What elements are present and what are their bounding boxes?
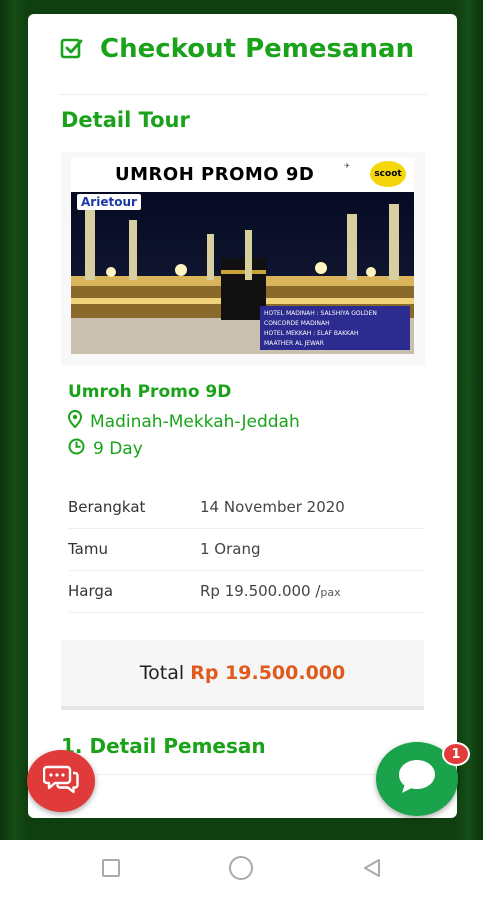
hotel-line: MAATHER AL JEWAR (264, 340, 324, 347)
square-icon (101, 858, 121, 882)
app-background: Checkout Pemesanan Detail Tour UMROH PRO… (0, 0, 483, 840)
checkout-card: Checkout Pemesanan Detail Tour UMROH PRO… (28, 14, 457, 818)
tour-route: Madinah-Mekkah-Jeddah (67, 409, 300, 433)
info-label: Harga (68, 582, 114, 600)
hotel-line: HOTEL MEKKAH : ELAF BAKKAH (264, 330, 359, 337)
back-button[interactable] (356, 854, 388, 886)
tour-duration: 9 Day (68, 438, 143, 460)
header-divider (58, 94, 427, 95)
info-label: Tamu (68, 540, 108, 558)
brand-logo: Arietour (77, 194, 141, 210)
info-row-harga: Harga Rp 19.500.000 /pax (68, 570, 424, 613)
tour-route-label: Madinah-Mekkah-Jeddah (90, 411, 300, 432)
airline-logo: ✈ (344, 162, 350, 170)
tour-duration-label: 9 Day (93, 439, 143, 459)
tour-name: Umroh Promo 9D (68, 382, 232, 402)
info-row-tamu: Tamu 1 Orang (68, 528, 424, 571)
page-title: Checkout Pemesanan (100, 34, 415, 64)
info-value: 1 Orang (200, 540, 261, 558)
hotel-line: HOTEL MADINAH : SALSHIYA GOLDEN (264, 310, 377, 317)
back-triangle-icon (361, 857, 383, 883)
price-value: Rp 19.500.000 / (200, 582, 321, 600)
android-nav-bar (0, 840, 483, 900)
check-square-icon (60, 37, 84, 61)
hotel-info-box: HOTEL MADINAH : SALSHIYA GOLDEN CONCORDE… (260, 306, 410, 350)
info-label: Berangkat (68, 498, 146, 516)
section-title-detail-pemesan: 1. Detail Pemesan (61, 734, 266, 758)
tour-banner-image[interactable]: UMROH PROMO 9D ✈ scoot Arietour HOTEL MA… (71, 158, 414, 354)
chat-bubble-icon (395, 756, 439, 802)
info-value: Rp 19.500.000 /pax (200, 582, 341, 600)
total-amount: Rp 19.500.000 (190, 662, 346, 684)
hotel-line: CONCORDE MADINAH (264, 320, 330, 327)
detail-pemesan-divider (61, 774, 427, 775)
tour-banner-frame: UMROH PROMO 9D ✈ scoot Arietour HOTEL MA… (61, 152, 425, 366)
scoot-logo: scoot (370, 161, 406, 187)
info-value: 14 November 2020 (200, 498, 345, 516)
live-chat-button[interactable] (27, 750, 95, 812)
home-button[interactable] (225, 854, 257, 886)
total-label: Total (139, 662, 185, 684)
recent-apps-button[interactable] (95, 854, 127, 886)
page-header: Checkout Pemesanan (60, 34, 414, 64)
price-unit: pax (320, 586, 341, 599)
notification-badge: 1 (442, 742, 470, 766)
info-row-berangkat: Berangkat 14 November 2020 (68, 486, 424, 529)
banner-title: UMROH PROMO 9D (115, 164, 315, 185)
section-title-detail-tour: Detail Tour (61, 108, 190, 132)
chat-bubbles-icon (42, 763, 79, 799)
total-summary: Total Rp 19.500.000 (61, 640, 424, 710)
map-pin-icon (67, 409, 83, 433)
circle-icon (228, 855, 254, 885)
clock-icon (68, 438, 85, 460)
